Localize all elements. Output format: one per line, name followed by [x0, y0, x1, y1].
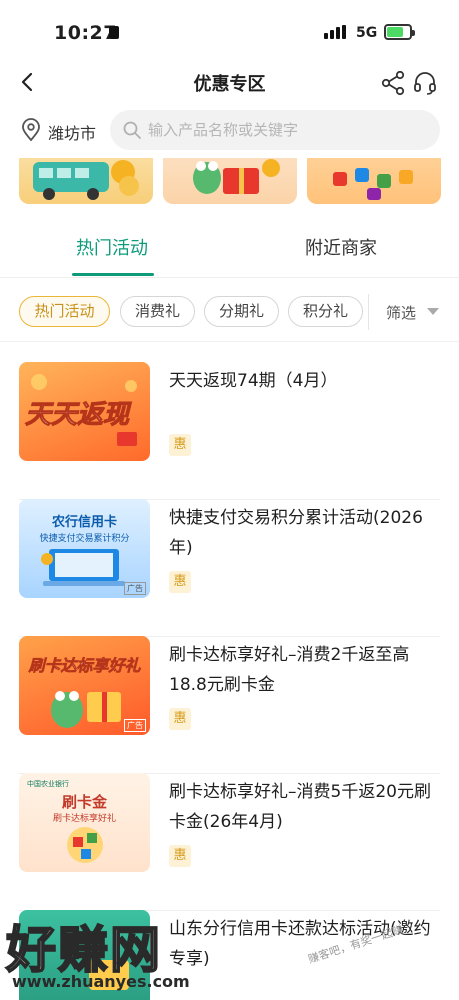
activity-item[interactable]: 天天返现 天天返现74期（4月） 惠	[0, 362, 459, 500]
activity-thumbnail: 刷卡达标享好礼 广告	[19, 636, 150, 735]
apps-illustration	[333, 168, 413, 200]
search-box[interactable]	[110, 110, 440, 150]
main-tabs: 热门活动 附近商家	[0, 222, 459, 278]
tab-hot-activities[interactable]: 热门活动	[76, 234, 148, 260]
gift-pile-illustration	[67, 827, 103, 863]
status-time: 10:27	[54, 22, 117, 44]
bus-illustration	[33, 160, 139, 200]
activity-title[interactable]: 刷卡达标享好礼–消费2千返至高18.8元刷卡金	[169, 640, 441, 700]
discount-tag: 惠	[169, 845, 191, 867]
banner-card-gift[interactable]	[163, 158, 297, 204]
thumb-text: 天天返现	[24, 400, 130, 431]
location-pin-icon[interactable]	[20, 118, 42, 142]
chip-consumption-gift[interactable]: 消费礼	[120, 296, 195, 327]
activity-thumbnail: 中国农业银行 刷卡金 刷卡达标享好礼	[19, 773, 150, 872]
battery-icon	[384, 24, 415, 40]
activity-thumbnail: 农行信用卡 快捷支付交易累计积分 广告	[19, 499, 150, 598]
discount-tag: 惠	[169, 434, 191, 456]
activity-item[interactable]: 农行信用卡 快捷支付交易累计积分 广告 快捷支付交易积分累计活动(2026年) …	[0, 499, 459, 637]
discount-tag: 惠	[169, 708, 191, 730]
chip-points-gift[interactable]: 积分礼	[288, 296, 363, 327]
activity-item[interactable]: 刷卡达标享好礼 广告 刷卡达标享好礼–消费2千返至高18.8元刷卡金 惠	[0, 636, 459, 774]
share-icon[interactable]	[380, 70, 406, 96]
network-label: 5G	[356, 25, 378, 41]
banner-strip[interactable]	[0, 158, 459, 204]
activity-title[interactable]: 快捷支付交易积分累计活动(2026年)	[169, 503, 441, 563]
chip-divider	[368, 294, 369, 330]
tab-nearby-merchants[interactable]: 附近商家	[305, 234, 377, 260]
tab-underline	[72, 273, 154, 276]
gift-illustration	[193, 159, 280, 194]
lock-icon	[109, 26, 119, 39]
banner-card-apps[interactable]	[307, 158, 441, 204]
discount-tag: 惠	[169, 571, 191, 593]
nav-bar: 优惠专区	[0, 62, 459, 104]
activity-title[interactable]: 天天返现74期（4月）	[169, 366, 441, 396]
headset-icon[interactable]	[412, 70, 438, 96]
activity-item[interactable]: 中国农业银行 刷卡金 刷卡达标享好礼 刷卡达标享好礼–消费5千返20元刷卡金(2…	[0, 773, 459, 911]
ad-label: 广告	[124, 582, 146, 595]
location-search-row: 潍坊市	[0, 108, 459, 152]
filter-chips: 热门活动 消费礼 分期礼 积分礼 筛选	[0, 288, 459, 342]
search-input[interactable]	[148, 110, 428, 150]
city-selector[interactable]: 潍坊市	[48, 120, 96, 144]
chevron-down-icon[interactable]	[427, 308, 439, 315]
signal-icon	[324, 25, 348, 39]
chip-hot-activities[interactable]: 热门活动	[19, 296, 110, 327]
search-icon	[123, 121, 141, 139]
activity-title[interactable]: 刷卡达标享好礼–消费5千返20元刷卡金(26年4月)	[169, 777, 441, 837]
chip-installment-gift[interactable]: 分期礼	[204, 296, 279, 327]
ad-label: 广告	[124, 719, 146, 732]
activity-thumbnail: 天天返现	[19, 362, 150, 461]
banner-card-bus[interactable]	[19, 158, 153, 204]
status-bar: 10:27 5G	[0, 0, 459, 62]
watermark-url: www.zhuanyes.com	[12, 972, 190, 991]
filter-button[interactable]: 筛选	[386, 302, 416, 323]
